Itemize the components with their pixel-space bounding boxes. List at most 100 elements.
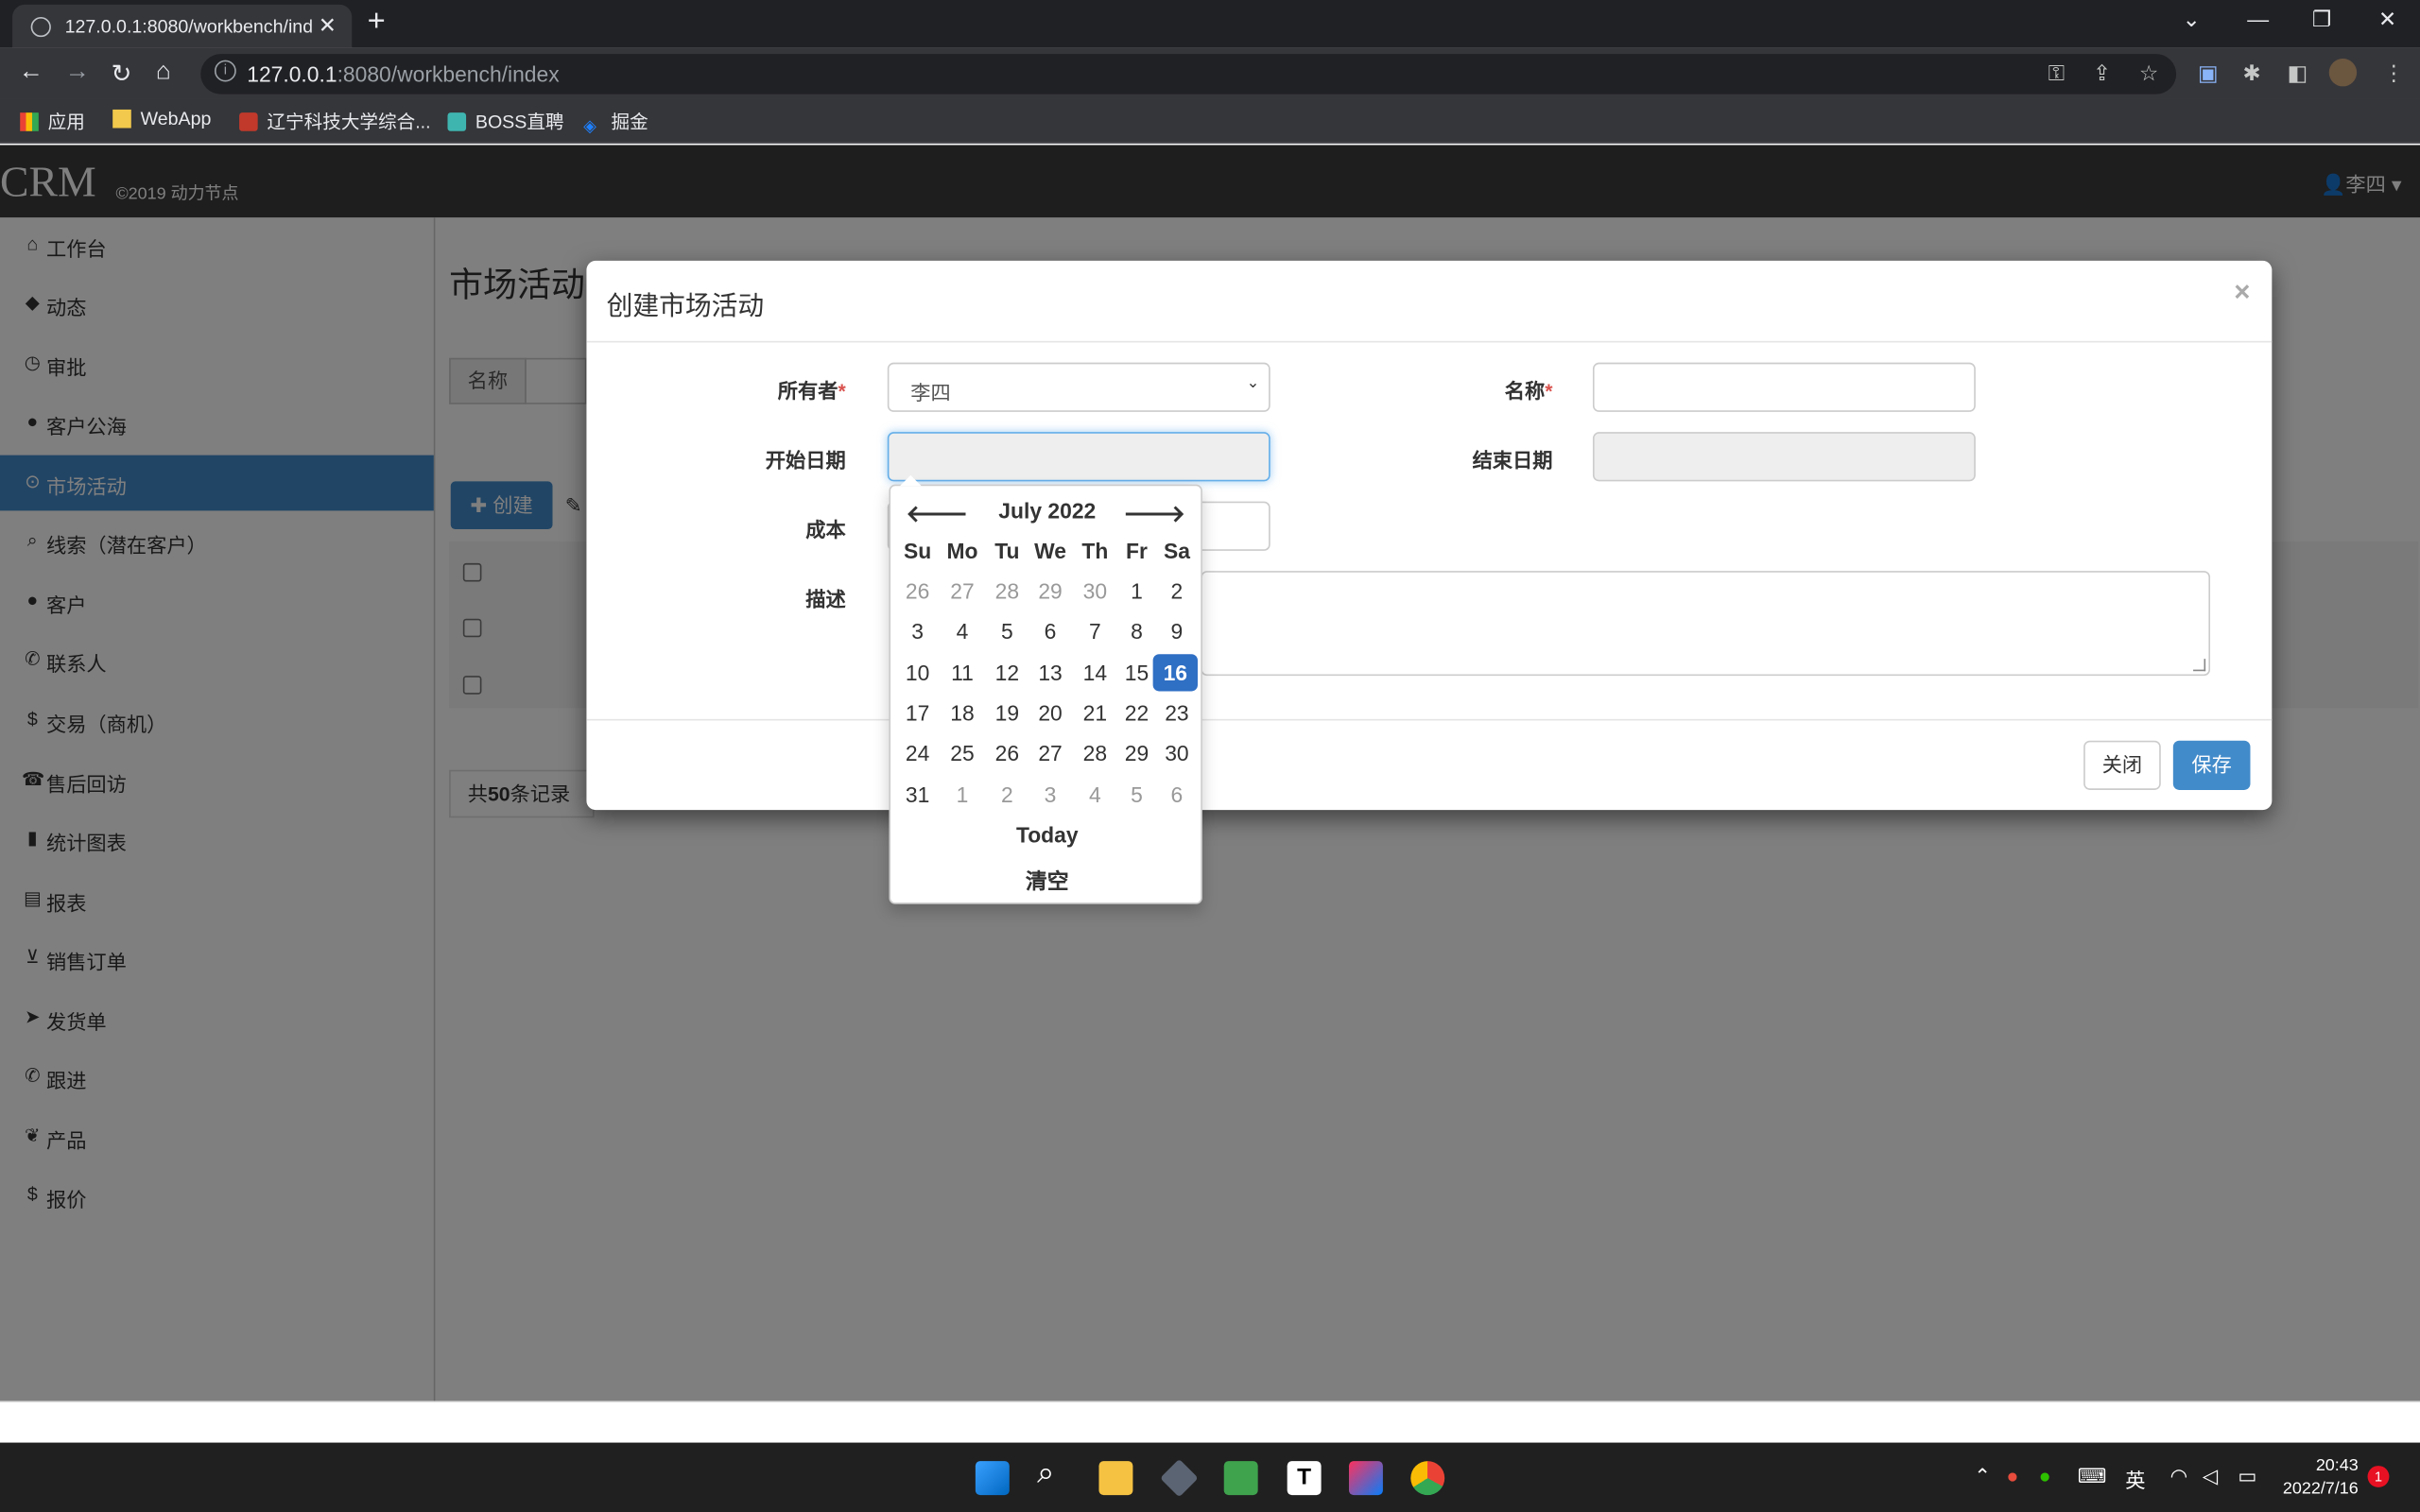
calendar-day[interactable]: 17 [895,695,940,731]
close-button[interactable]: 关闭 [2083,740,2161,790]
calendar-day[interactable]: 29 [1115,734,1159,771]
calendar-day[interactable]: 12 [985,654,1029,691]
menu-icon[interactable]: ⋮ [2383,60,2405,87]
calendar-day[interactable]: 4 [940,613,984,650]
calendar-day[interactable]: 27 [1028,734,1072,771]
calendar-day[interactable]: 28 [1073,734,1117,771]
calendar-day[interactable]: 6 [1154,775,1199,812]
calendar-day[interactable]: 8 [1115,613,1159,650]
calendar-day[interactable]: 14 [1073,654,1117,691]
calendar-day[interactable]: 22 [1115,695,1159,731]
calendar-day[interactable]: 6 [1028,613,1072,650]
profile-avatar[interactable] [2328,59,2358,87]
school-logo-icon [239,112,258,131]
calendar-day[interactable]: 25 [940,734,984,771]
calendar-day[interactable]: 27 [940,573,984,610]
calendar-day[interactable]: 3 [1028,775,1072,812]
calendar-day[interactable]: 5 [985,613,1029,650]
owner-select[interactable]: 李四 ⌄ [887,362,1270,412]
tab-title: 127.0.0.1:8080/workbench/index [64,15,312,38]
sidepanel-icon[interactable]: ◧ [2288,60,2308,87]
chrome-icon[interactable] [1410,1461,1445,1496]
info-icon[interactable]: i [214,60,236,82]
calendar-day[interactable]: 5 [1115,775,1159,812]
bookmark-boss[interactable]: BOSS直聘 [447,108,564,134]
intellij-icon[interactable] [1348,1461,1383,1496]
calendar-day[interactable]: 10 [895,654,940,691]
back-icon[interactable]: ← [19,59,43,86]
clear-button[interactable]: 清空 [890,866,1203,897]
taskbar-clock[interactable]: 20:43 2022/7/16 [2283,1455,2359,1502]
calendar-day[interactable]: 16 [1152,653,1198,691]
minimize-icon[interactable]: — [2247,7,2269,31]
qq-icon[interactable]: ● [2007,1464,2019,1486]
calendar-day[interactable]: 29 [1028,573,1072,610]
wechat-icon[interactable]: ● [2039,1464,2051,1486]
calendar-day[interactable]: 21 [1073,695,1117,731]
battery-icon[interactable]: ▭ [2238,1464,2256,1488]
ime-indicator[interactable]: 英 [2125,1464,2145,1493]
typora-icon[interactable]: T [1287,1461,1322,1496]
url-input[interactable]: i 127.0.0.1:8080/workbench/index [200,54,2177,94]
file-explorer-icon[interactable] [1098,1461,1133,1496]
calendar-day[interactable]: 4 [1073,775,1117,812]
bookmark-apps[interactable]: 应用 [20,108,85,134]
calendar-day[interactable]: 26 [895,573,940,610]
home-nav-icon[interactable]: ⌂ [156,59,171,86]
name-input[interactable] [1592,362,1976,412]
bookmark-juejin[interactable]: ◈ 掘金 [583,108,648,136]
browser-tab[interactable]: 127.0.0.1:8080/workbench/index ✕ [12,4,353,48]
reload-icon[interactable]: ↻ [112,59,132,90]
start-date-input[interactable] [887,432,1270,482]
star-icon[interactable]: ☆ [2139,60,2159,87]
close-tab-icon[interactable]: ✕ [319,12,337,39]
calendar-day[interactable]: 20 [1028,695,1072,731]
calendar-day[interactable]: 11 [940,654,984,691]
volume-icon[interactable]: ◁ [2203,1464,2218,1488]
calendar-day[interactable]: 28 [985,573,1029,610]
search-icon[interactable]: ⌕ [1037,1456,1071,1490]
keyboard-icon[interactable]: ⌨ [2078,1464,2107,1488]
calendar-day[interactable]: 9 [1154,613,1199,650]
calendar-day[interactable]: 1 [1115,573,1159,610]
notification-badge[interactable]: 1 [2367,1466,2390,1487]
calendar-day[interactable]: 19 [985,695,1029,731]
key-icon[interactable]: ⚿ [2048,60,2065,87]
restore-icon[interactable]: ❐ [2312,7,2332,33]
calendar-day[interactable]: 2 [985,775,1029,812]
tab-search-icon[interactable]: ⌄ [2183,7,2201,33]
end-date-input[interactable] [1592,432,1976,482]
window-close-icon[interactable]: ✕ [2378,7,2396,33]
app-icon[interactable] [1160,1458,1199,1498]
calendar-day[interactable]: 7 [1073,613,1117,650]
save-button[interactable]: 保存 [2172,740,2251,790]
description-textarea[interactable] [1201,571,2211,677]
chevron-up-icon[interactable]: ⌃ [1974,1464,1991,1488]
resize-handle-icon[interactable] [2193,659,2206,672]
arrow-right-icon[interactable]: 🡒 [1123,498,1185,528]
calendar-day[interactable]: 1 [940,775,984,812]
extension-icon[interactable]: ▣ [2198,60,2219,87]
calendar-day[interactable]: 26 [985,734,1029,771]
puzzle-icon[interactable]: ✱ [2242,60,2260,87]
calendar-day[interactable]: 31 [895,775,940,812]
close-icon[interactable]: × [2234,276,2250,308]
calendar-day[interactable]: 2 [1154,573,1199,610]
calendar-day[interactable]: 13 [1028,654,1072,691]
calendar-day[interactable]: 23 [1154,695,1199,731]
bookmark-ustl[interactable]: 辽宁科技大学综合... [239,108,431,134]
bookmark-webapp[interactable]: WebApp [112,108,211,129]
modal-divider [586,340,2273,343]
calendar-day[interactable]: 24 [895,734,940,771]
today-button[interactable]: Today [890,822,1203,847]
calendar-day[interactable]: 18 [940,695,984,731]
share-icon[interactable]: ⇪ [2093,60,2111,87]
forward-icon[interactable]: → [65,59,90,86]
sheets-app-icon[interactable] [1223,1461,1258,1496]
new-tab-icon[interactable]: + [368,5,386,41]
calendar-day[interactable]: 30 [1073,573,1117,610]
windows-start-icon[interactable] [975,1461,1010,1496]
calendar-day[interactable]: 30 [1154,734,1199,771]
wifi-icon[interactable]: ◠ [2170,1464,2188,1488]
calendar-day[interactable]: 3 [895,613,940,650]
